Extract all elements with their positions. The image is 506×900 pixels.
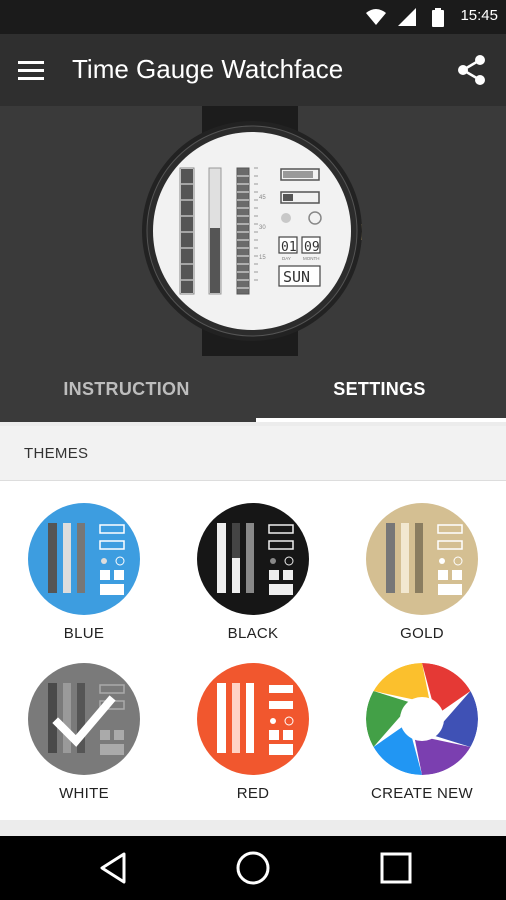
theme-item-black[interactable]: BLACK xyxy=(183,503,323,642)
theme-grid: BLUE BLACK GOLD WHITE RED CREATE NEW xyxy=(0,481,506,820)
recents-icon[interactable] xyxy=(378,850,414,886)
status-bar: 15:45 xyxy=(0,0,506,34)
watch-preview: 45 30 15 01 09 DAY MONTH SUN xyxy=(142,106,362,356)
theme-thumbnail[interactable] xyxy=(197,503,309,615)
theme-thumbnail[interactable] xyxy=(366,503,478,615)
menu-icon[interactable] xyxy=(16,58,46,82)
weekday-display: SUN xyxy=(283,268,310,286)
watch-preview-panel: 45 30 15 01 09 DAY MONTH SUN xyxy=(0,106,506,356)
status-dot-icon xyxy=(281,213,291,223)
create-new-icon[interactable] xyxy=(366,663,478,775)
tab-indicator xyxy=(256,418,506,422)
theme-label: BLACK xyxy=(227,625,279,642)
theme-item-white[interactable]: WHITE xyxy=(14,663,154,802)
tab-bar: INSTRUCTION SETTINGS xyxy=(0,356,506,422)
theme-thumbnail[interactable] xyxy=(197,663,309,775)
themes-header: THEMES xyxy=(0,426,506,481)
tab-instruction[interactable]: INSTRUCTION xyxy=(0,356,253,422)
back-icon[interactable] xyxy=(96,850,132,886)
theme-item-red[interactable]: RED xyxy=(183,663,323,802)
theme-label: BLUE xyxy=(63,625,105,642)
theme-label: CREATE NEW xyxy=(371,785,473,802)
theme-label: WHITE xyxy=(59,785,109,802)
scale-label: 45 xyxy=(259,195,266,201)
tab-settings[interactable]: SETTINGS xyxy=(253,356,506,422)
day-display: 01 xyxy=(281,240,297,255)
share-icon[interactable] xyxy=(456,54,488,86)
month-label: MONTH xyxy=(303,256,320,261)
battery-icon xyxy=(432,8,444,27)
section-title: THEMES xyxy=(24,445,89,462)
gauge-bars xyxy=(179,167,258,295)
theme-label: GOLD xyxy=(400,625,444,642)
theme-thumbnail[interactable] xyxy=(28,503,140,615)
status-time: 15:45 xyxy=(460,7,498,24)
wifi-icon xyxy=(366,9,386,25)
app-bar: Time Gauge Watchface xyxy=(0,34,506,106)
app-title: Time Gauge Watchface xyxy=(72,54,344,84)
scale-label: 15 xyxy=(259,255,266,261)
scale-label: 30 xyxy=(259,225,266,231)
day-label: DAY xyxy=(282,256,291,261)
cell-signal-icon xyxy=(398,8,416,26)
theme-item-create-new[interactable]: CREATE NEW xyxy=(352,663,492,802)
system-nav-bar xyxy=(0,836,506,900)
theme-label: RED xyxy=(236,785,270,802)
month-display: 09 xyxy=(304,240,320,255)
theme-item-blue[interactable]: BLUE xyxy=(14,503,154,642)
home-icon[interactable] xyxy=(235,850,271,886)
checkmark-icon xyxy=(52,695,116,747)
theme-thumbnail[interactable] xyxy=(28,663,140,775)
theme-item-gold[interactable]: GOLD xyxy=(352,503,492,642)
